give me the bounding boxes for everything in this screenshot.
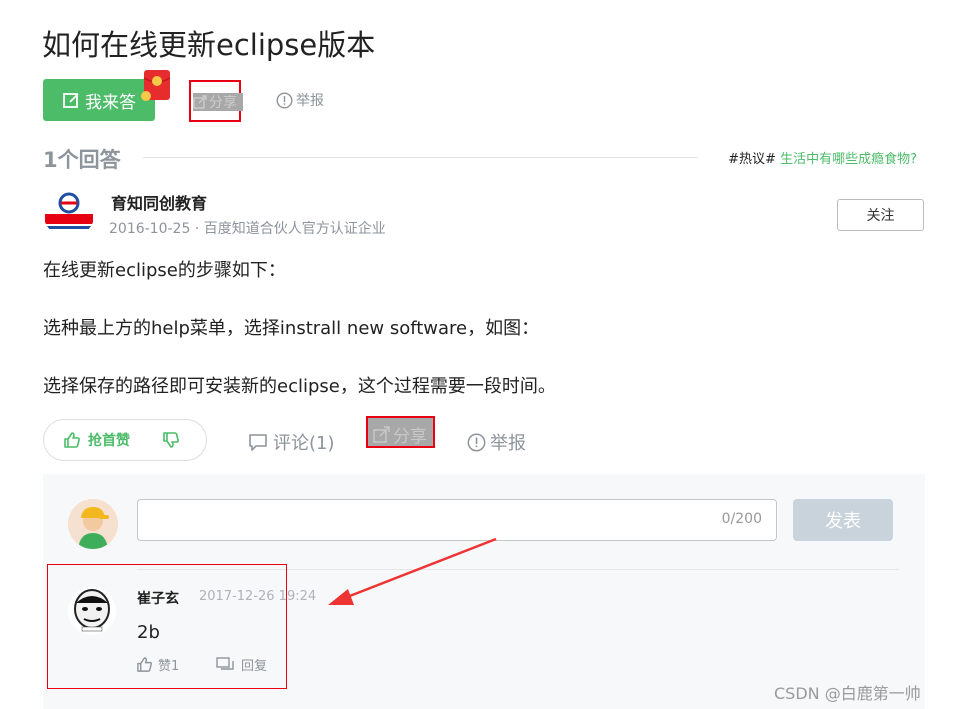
vote-up-label: 抢首赞 [88, 433, 130, 449]
comment-icon [249, 434, 267, 451]
share-label: 分享 [209, 95, 237, 111]
comment-reply-button[interactable]: 回复 [216, 655, 267, 674]
comment-like-button[interactable]: 赞1 [136, 655, 179, 674]
answer-button-label: 我来答 [85, 92, 136, 113]
answer-date: 2016-10-25 [109, 221, 191, 237]
answers-header: 1个回答 #热议# 生活中有哪些成瘾食物? [43, 144, 917, 172]
share-icon [193, 95, 207, 109]
reply-icon [216, 656, 234, 670]
annotation-arrow [328, 537, 497, 605]
vote-down-button[interactable] [162, 431, 180, 449]
comment-button[interactable]: 评论(1) [248, 429, 335, 455]
red-packet-icon[interactable] [140, 68, 172, 102]
watermark: CSDN @白鹿第一帅 [774, 684, 921, 703]
answer-paragraph: 在线更新eclipse的步骤如下： [43, 260, 286, 281]
answer-paragraph: 选择保存的路径即可安装新的eclipse，这个过程需要一段时间。 [43, 376, 556, 397]
thumb-up-icon [137, 657, 152, 672]
comment-text: 2b [137, 622, 160, 643]
header-divider [143, 157, 698, 158]
hot-topic[interactable]: #热议# 生活中有哪些成瘾食物? [728, 148, 917, 167]
org-logo-icon [45, 192, 93, 229]
author-name[interactable]: 育知同创教育 [111, 190, 207, 214]
comment-label: 评论(1) [273, 433, 335, 454]
author-certification: 百度知道合伙人官方认证企业 [203, 221, 386, 237]
share-button-top[interactable]: 分享 [189, 80, 243, 122]
report-icon [276, 91, 293, 109]
hot-topic-link[interactable]: 生活中有哪些成瘾食物? [780, 152, 917, 167]
share-button-answer[interactable]: 分享 [366, 416, 435, 448]
commenter-name[interactable]: 崔子玄 [137, 588, 179, 608]
report-label: 举报 [296, 93, 324, 109]
question-title: 如何在线更新eclipse版本 [42, 28, 376, 62]
answer-count: 1个回答 [43, 148, 121, 172]
report-button-top[interactable]: 举报 [276, 90, 324, 110]
answer-button[interactable]: 我来答 [43, 79, 155, 121]
author-avatar[interactable] [43, 186, 95, 238]
thumb-up-icon [64, 432, 80, 448]
answer-paragraph: 选种最上方的help菜单，选择instrall new software，如图： [43, 318, 540, 339]
comment-reply-label: 回复 [241, 659, 268, 674]
report-icon [467, 433, 486, 451]
commenter-avatar[interactable] [68, 587, 116, 635]
follow-button[interactable]: 关注 [837, 199, 924, 231]
thumb-down-icon [163, 432, 179, 448]
publish-button[interactable]: 发表 [793, 499, 893, 541]
report-label: 举报 [490, 433, 526, 454]
share-icon [373, 426, 390, 443]
share-label: 分享 [393, 427, 427, 447]
edit-icon [63, 93, 79, 108]
comment-time: 2017-12-26 19:24 [199, 589, 317, 604]
vote-control: 抢首赞 [43, 419, 207, 461]
current-user-avatar [68, 499, 118, 549]
vote-up-button[interactable]: 抢首赞 [63, 430, 130, 450]
comment-like-label: 赞1 [158, 659, 180, 674]
char-count: 0/200 [721, 511, 762, 527]
report-button-answer[interactable]: 举报 [467, 429, 526, 455]
author-meta: 2016-10-25 · 百度知道合伙人官方认证企业 [109, 221, 386, 237]
hot-tag: #热议# [728, 152, 776, 167]
